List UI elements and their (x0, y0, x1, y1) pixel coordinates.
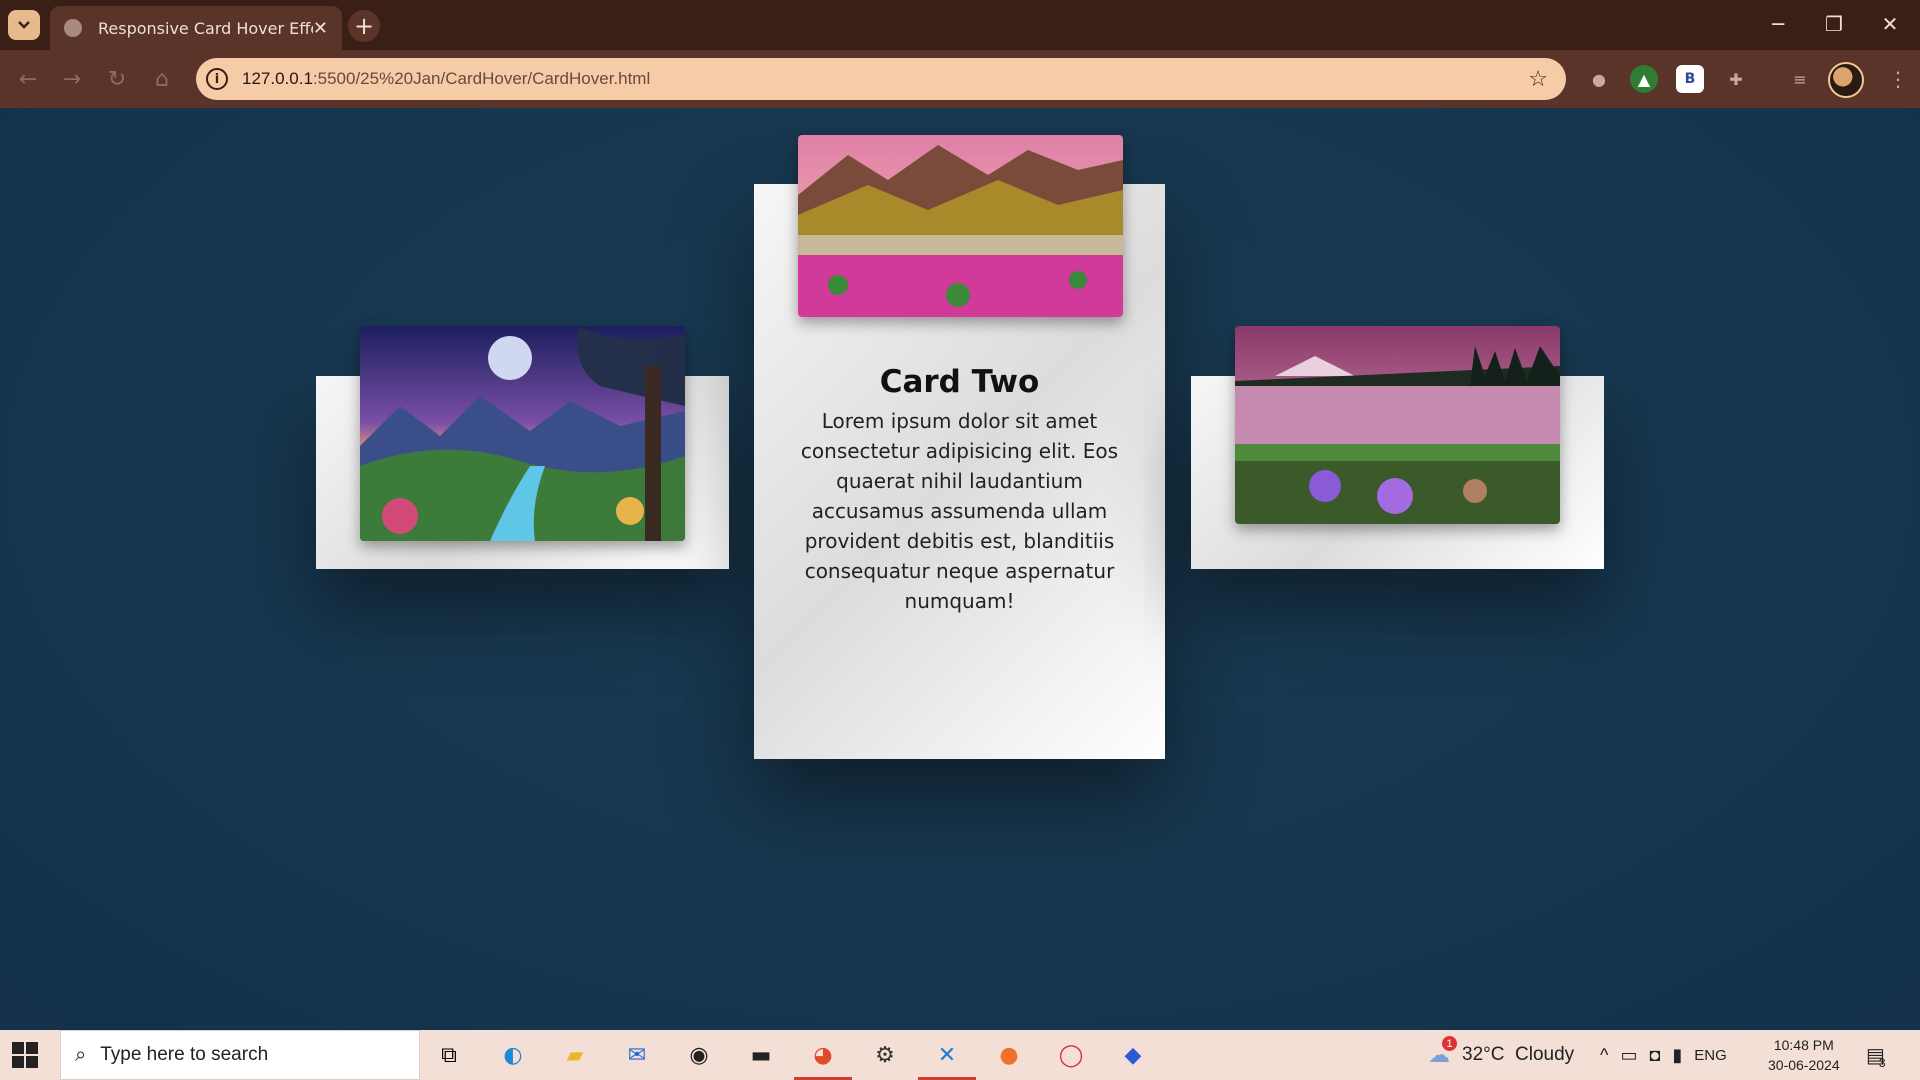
windows-start-icon[interactable] (12, 1042, 38, 1068)
opera-icon[interactable]: ◯ (1054, 1038, 1088, 1072)
extensions-puzzle-icon[interactable]: ✚ (1722, 65, 1750, 93)
url-text[interactable]: 127.0.0.1:5500/25%20Jan/CardHover/CardHo… (242, 69, 1528, 89)
tab-search-button[interactable] (8, 10, 40, 40)
system-tray: ^ ▭ ◘ ▮ ENG (1600, 1030, 1727, 1080)
card-right[interactable] (1191, 326, 1604, 569)
terminal-icon[interactable]: ▬ (744, 1038, 778, 1072)
card-right-image (1235, 326, 1560, 524)
battery-icon[interactable]: ▮ (1672, 1045, 1682, 1066)
extension-html-icon[interactable]: ▲ (1630, 65, 1658, 93)
network-icon[interactable]: ▭ (1620, 1045, 1637, 1066)
card-title: Card Two (879, 364, 1040, 400)
app-blue-icon[interactable]: ◆ (1116, 1038, 1150, 1072)
site-info-icon[interactable]: i (206, 68, 228, 90)
windows-taskbar: ⌕ Type here to search ⧉ ◐ ▰ ✉ ◉ ▬ ◕ ⚙ ✕ … (0, 1030, 1920, 1080)
mountain-flower-meadow-image (798, 135, 1123, 317)
settings-gear-icon[interactable]: ⚙ (868, 1038, 902, 1072)
vscode-icon[interactable]: ✕ (930, 1038, 964, 1072)
browser-tab[interactable]: Responsive Card Hover Effect ✕ (50, 6, 342, 50)
clock-time: 10:48 PM (1773, 1037, 1834, 1053)
weather-text: 32°C Cloudy (1462, 1044, 1575, 1065)
home-icon[interactable]: ⌂ (146, 63, 178, 95)
back-arrow-icon[interactable]: ← (12, 63, 44, 95)
more-menu-icon[interactable]: ⋮ (1884, 65, 1912, 93)
taskbar-search-input[interactable]: ⌕ Type here to search (60, 1030, 420, 1080)
browser-titlebar: Responsive Card Hover Effect ✕ + ─ ❐ ✕ (0, 0, 1920, 50)
mail-icon[interactable]: ✉ (620, 1038, 654, 1072)
chevron-up-icon[interactable]: ^ (1600, 1045, 1608, 1066)
bookmark-star-icon[interactable]: ☆ (1528, 67, 1548, 92)
card-left[interactable] (316, 326, 729, 569)
card-center[interactable]: Card Two Lorem ipsum dolor sit amet cons… (754, 135, 1165, 759)
tab-title: Responsive Card Hover Effect (98, 18, 313, 38)
card-description: Lorem ipsum dolor sit amet consectetur a… (800, 409, 1119, 613)
new-tab-button[interactable]: + (348, 10, 380, 42)
forward-arrow-icon[interactable]: → (56, 63, 88, 95)
clock-date: 30-06-2024 (1768, 1057, 1840, 1073)
tab-close-icon[interactable]: ✕ (313, 18, 328, 39)
fantasy-night-landscape-image (360, 326, 685, 541)
restore-button[interactable]: ❐ (1814, 8, 1854, 40)
browser-toolbar: ← → ↻ ⌂ i 127.0.0.1:5500/25%20Jan/CardHo… (0, 50, 1920, 108)
extension-shield-icon[interactable]: ● (1585, 65, 1613, 93)
camera-icon[interactable]: ◘ (1649, 1045, 1660, 1066)
chrome-icon[interactable]: ◕ (806, 1038, 840, 1072)
minimize-button[interactable]: ─ (1758, 8, 1798, 40)
notification-center[interactable]: ▤ 3 (1866, 1030, 1886, 1080)
page-viewport: Card Two Lorem ipsum dolor sit amet cons… (0, 108, 1920, 1030)
cloud-icon: ☁ 1 (1428, 1036, 1457, 1068)
close-window-button[interactable]: ✕ (1870, 8, 1910, 40)
edge-icon[interactable]: ◐ (496, 1038, 530, 1072)
clock[interactable]: 10:48 PM 30-06-2024 (1768, 1030, 1840, 1080)
media-controls-icon[interactable]: ≡ (1786, 65, 1814, 93)
card-left-image (360, 326, 685, 541)
card-center-image (798, 135, 1123, 317)
notification-count: 3 (1878, 1056, 1886, 1070)
profile-avatar[interactable] (1828, 62, 1864, 98)
reload-icon[interactable]: ↻ (101, 63, 133, 95)
weather-badge: 1 (1442, 1036, 1457, 1051)
obs-icon[interactable]: ◉ (682, 1038, 716, 1072)
weather-widget[interactable]: ☁ 1 32°C Cloudy (1428, 1030, 1574, 1080)
globe-icon (64, 19, 82, 37)
chevron-down-icon (18, 21, 30, 29)
lake-sunset-flowers-image (1235, 326, 1560, 524)
file-explorer-icon[interactable]: ▰ (558, 1038, 592, 1072)
search-icon: ⌕ (75, 1043, 87, 1066)
language-indicator[interactable]: ENG (1694, 1047, 1727, 1064)
firefox-icon[interactable]: ● (992, 1038, 1026, 1072)
task-view-icon[interactable]: ⧉ (432, 1038, 466, 1072)
extension-b-icon[interactable]: B (1676, 65, 1704, 93)
address-bar[interactable]: i 127.0.0.1:5500/25%20Jan/CardHover/Card… (196, 58, 1566, 100)
